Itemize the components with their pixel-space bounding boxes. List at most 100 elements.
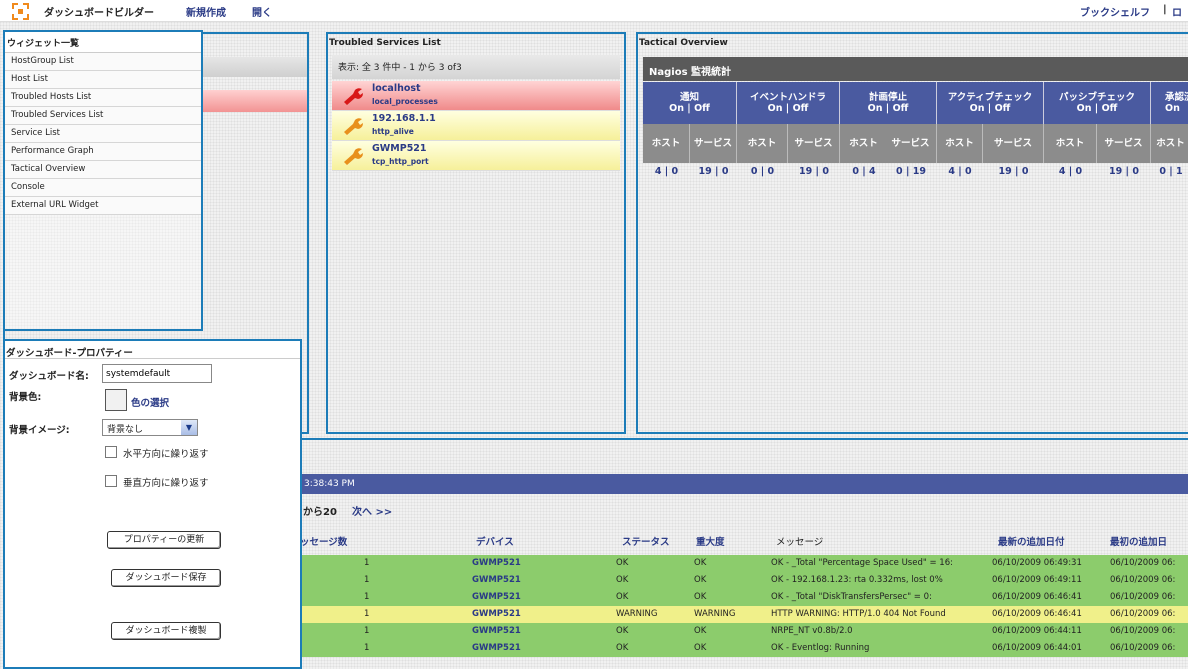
service-item[interactable]: GWMP521 tcp_http_port [332, 141, 620, 171]
save-dashboard-button[interactable]: ダッシュボード保存 [111, 569, 221, 587]
grid-value[interactable]: 4 | 0 [1044, 166, 1097, 180]
console-device[interactable]: GWMP521 [472, 589, 521, 606]
bookshelf-link[interactable]: ブックシェルフ [1080, 4, 1150, 19]
col-first-added[interactable]: 最初の追加日 [1110, 534, 1167, 548]
console-device[interactable]: GWMP521 [472, 572, 521, 589]
hosts-widget-row [203, 90, 307, 112]
update-properties-button[interactable]: プロパティーの更新 [107, 531, 221, 549]
widget-item-host-list[interactable]: Host List [5, 71, 201, 89]
console-severity: OK [694, 575, 707, 585]
console-row[interactable]: 1 GWMP521 OK OK OK - 192.168.1.23: rta 0.332… [300, 572, 1188, 589]
console-last-added: 06/10/2009 06:49:31 [992, 558, 1082, 568]
grid-subheader: ホスト [737, 124, 788, 163]
new-menu[interactable]: 新規作成 [186, 4, 226, 19]
console-row[interactable]: 1 GWMP521 OK OK OK - Eventlog: Running 06/10/… [300, 640, 1188, 657]
on-off-toggle[interactable]: On | Off [937, 103, 1043, 114]
color-select-link[interactable]: 色の選択 [131, 395, 169, 409]
dashboard-name-input[interactable] [102, 364, 212, 383]
console-last-added: 06/10/2009 06:46:41 [992, 609, 1082, 619]
widget-item-service-list[interactable]: Service List [5, 125, 201, 143]
grid-value[interactable]: 19 | 0 [983, 166, 1044, 180]
console-last-added: 06/10/2009 06:46:41 [992, 592, 1082, 602]
service-item[interactable]: localhost local_processes [332, 81, 620, 111]
console-row[interactable]: 1 GWMP521 OK OK OK - _Total "DiskTransfersPe… [300, 589, 1188, 606]
widget-item-hostgroup-list[interactable]: HostGroup List [5, 53, 201, 71]
copy-dashboard-button[interactable]: ダッシュボード複製 [111, 622, 221, 640]
console-message: NRPE_NT v0.8b/2.0 [771, 626, 853, 636]
console-device[interactable]: GWMP521 [472, 555, 521, 572]
repeat-vertical-checkbox[interactable] [105, 475, 117, 487]
console-first-added: 06/10/2009 06: [1110, 609, 1176, 619]
console-count: 1 [364, 575, 370, 585]
grid-value[interactable]: 19 | 0 [788, 166, 840, 180]
console-status: OK [616, 626, 629, 636]
console-row[interactable]: 1 GWMP521 OK OK OK - _Total "Percentage Spac… [300, 555, 1188, 572]
console-message: OK - _Total "DiskTransfersPersec" = 0: [771, 592, 932, 602]
bg-color-label: 背景色: [9, 392, 42, 403]
troubled-services-summary: 表示: 全 3 件中 - 1 から 3 of3 [332, 55, 620, 79]
console-paging: から20 [303, 507, 337, 518]
grid-value[interactable]: 0 | 19 [885, 166, 937, 180]
col-count[interactable]: ッセージ数 [300, 534, 347, 548]
console-device[interactable]: GWMP521 [472, 606, 521, 623]
console-device[interactable]: GWMP521 [472, 640, 521, 657]
grid-value[interactable]: 19 | 0 [1097, 166, 1151, 180]
wrench-icon [344, 148, 363, 165]
console-message: OK - 192.168.1.23: rta 0.332ms, lost 0% [771, 575, 943, 585]
console-next-link[interactable]: 次へ >> [352, 503, 392, 518]
col-message[interactable]: メッセージ [776, 534, 823, 548]
grid-value[interactable]: 0 | 4 [840, 166, 888, 180]
grid-subheader: サービス [690, 124, 737, 163]
grid-value[interactable]: 0 | 0 [737, 166, 788, 180]
grid-subheader: ホスト [1044, 124, 1097, 163]
widget-item-troubled-hosts-list[interactable]: Troubled Hosts List [5, 89, 201, 107]
grid-value[interactable]: 4 | 0 [643, 166, 690, 180]
service-name: local_processes [372, 97, 438, 106]
tactical-grid: 通知 On | Off イベントハンドラ On | Off 計画停止 On | Off… [643, 82, 1188, 182]
console-message: OK - _Total "Percentage Space Used" = 16… [771, 558, 953, 568]
console-severity: OK [694, 626, 707, 636]
console-last-added: 06/10/2009 06:49:11 [992, 575, 1082, 585]
service-host: GWMP521 [372, 143, 427, 154]
col-status[interactable]: ステータス [622, 534, 670, 548]
widget-item-tactical-overview[interactable]: Tactical Overview [5, 161, 201, 179]
nagios-stats-heading: Nagios 監視統計 [643, 57, 1188, 81]
grid-value[interactable]: 0 | 1 [1151, 166, 1188, 180]
console-last-added: 06/10/2009 06:44:01 [992, 643, 1082, 653]
grid-value[interactable]: 19 | 0 [690, 166, 737, 180]
col-last-added[interactable]: 最新の追加日付 [998, 534, 1065, 548]
console-first-added: 06/10/2009 06: [1110, 592, 1176, 602]
console-status: OK [616, 575, 629, 585]
service-name: http_alive [372, 127, 414, 136]
wrench-icon [344, 88, 363, 105]
on-off-toggle[interactable]: On | Off [840, 103, 936, 114]
console-status: OK [616, 643, 629, 653]
repeat-horizontal-checkbox[interactable] [105, 446, 117, 458]
on-off-toggle[interactable]: On | Off [643, 103, 736, 114]
console-row[interactable]: 1 GWMP521 WARNING WARNING HTTP WARNING: HTTP… [300, 606, 1188, 623]
chevron-down-icon: ▼ [181, 420, 197, 435]
col-device[interactable]: デバイス [476, 534, 514, 548]
open-menu[interactable]: 開く [252, 4, 272, 19]
console-device[interactable]: GWMP521 [472, 623, 521, 640]
widget-item-external-url[interactable]: External URL Widget [5, 197, 201, 215]
logout-link[interactable]: ロ [1172, 4, 1182, 19]
dashboard-properties-panel: ダッシュボード-プロパティー ダッシュボード名: 背景色: 色の選択 背景イメー… [3, 339, 302, 669]
bg-image-select[interactable]: 背景なし ▼ [102, 419, 198, 436]
group-header: 承認済On [1151, 82, 1188, 124]
col-severity[interactable]: 重大度 [696, 534, 725, 548]
properties-title: ダッシュボード-プロパティー [6, 348, 133, 359]
color-swatch[interactable] [105, 389, 127, 411]
on-off-toggle[interactable]: On [1165, 103, 1188, 114]
widget-item-performance-graph[interactable]: Performance Graph [5, 143, 201, 161]
grid-value[interactable]: 4 | 0 [937, 166, 983, 180]
service-item[interactable]: 192.168.1.1 http_alive [332, 111, 620, 141]
console-time-bar: 3:38:43 PM [300, 474, 1188, 494]
console-row[interactable]: 1 GWMP521 OK OK NRPE_NT v0.8b/2.0 06/10/2009 … [300, 623, 1188, 640]
on-off-toggle[interactable]: On | Off [737, 103, 839, 114]
grid-subheader: サービス [788, 124, 840, 163]
widget-item-console[interactable]: Console [5, 179, 201, 197]
dashboard-name-label: ダッシュボード名: [9, 371, 89, 382]
widget-item-troubled-services-list[interactable]: Troubled Services List [5, 107, 201, 125]
on-off-toggle[interactable]: On | Off [1044, 103, 1150, 114]
